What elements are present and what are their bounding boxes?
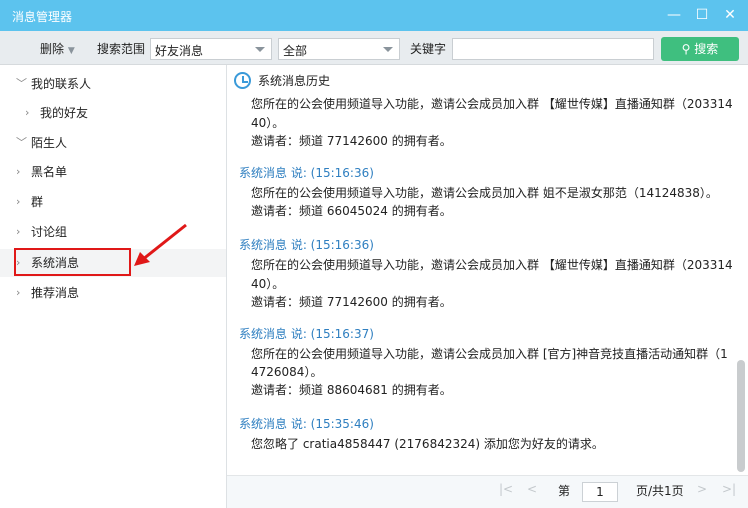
sidebar-item-blacklist[interactable]: › 黑名单 [0,158,226,186]
message-text: 您所在的公会使用频道导入功能，邀请公会成员加入群 【耀世传媒】直播通知群（203… [251,258,733,272]
message-header: 系统消息 说: (15:16:36) [239,238,374,252]
scope-select[interactable]: 好友消息 [150,38,272,60]
page-suffix: 页/共1页 [636,484,684,498]
chevron-down-icon: ▼ [67,46,75,56]
delete-label: 删除 [40,42,65,56]
toolbar: 删除 ▼ 搜索范围 好友消息 全部 关键字 ⚲ 搜索 [0,31,748,65]
maximize-button[interactable]: ☐ [693,6,711,24]
scrollbar[interactable] [737,360,745,472]
prev-page-button[interactable]: < [527,482,537,496]
chevron-down-icon: ﹀ [16,136,27,149]
chevron-right-icon: › [16,225,21,238]
scope-label: 搜索范围 [97,42,146,56]
window-title: 消息管理器 [12,10,73,24]
message-text: 40）。 [251,116,285,130]
sidebar-item-label: 讨论组 [31,225,68,239]
sidebar-item-label: 黑名单 [31,165,68,179]
message-header: 系统消息 说: (15:35:46) [239,417,374,431]
chevron-right-icon: › [16,165,21,178]
message-header: 系统消息 说: (15:16:36) [239,166,374,180]
page-input[interactable]: 1 [582,482,618,502]
message-text: 邀请者：频道 77142600 的拥有者。 [251,295,452,309]
sidebar-item-discussions[interactable]: › 讨论组 [0,218,226,246]
message-text: 40）。 [251,277,285,291]
message-text: 4726084）。 [251,365,323,379]
sidebar-item-friends[interactable]: › 我的好友 [0,99,226,127]
minimize-button[interactable]: — [665,6,683,24]
sidebar-item-strangers[interactable]: ﹀ 陌生人 [0,129,226,157]
highlight-box [14,248,131,276]
message-text: 邀请者：频道 88604681 的拥有者。 [251,383,452,397]
chevron-right-icon: › [25,106,30,119]
pager: |< < 第 1 页/共1页 > >| [227,475,748,508]
keyword-input[interactable] [452,38,654,60]
message-text: 您所在的公会使用频道导入功能，邀请公会成员加入群 [官方]神音竞技直播活动通知群… [251,347,728,361]
message-header: 系统消息 说: (15:16:37) [239,327,374,341]
sidebar-item-label: 推荐消息 [31,286,80,300]
search-button[interactable]: ⚲ 搜索 [661,37,739,61]
sidebar-item-label: 群 [31,195,44,209]
last-page-button[interactable]: >| [722,482,736,496]
scope-value: 好友消息 [155,44,204,58]
message-text: 您忽略了 cratia4858447 (2176842324) 添加您为好友的请… [251,437,604,451]
message-text: 邀请者：频道 77142600 的拥有者。 [251,134,452,148]
chevron-down-icon [383,47,393,52]
chevron-right-icon: › [16,286,21,299]
close-button[interactable]: ✕ [721,6,739,24]
message-text: 您所在的公会使用频道导入功能，邀请公会成员加入群 姐不是淑女那范（1412483… [251,186,718,200]
delete-button[interactable]: 删除 ▼ [40,40,75,57]
sidebar-item-recommended[interactable]: › 推荐消息 [0,279,226,307]
sidebar-item-groups[interactable]: › 群 [0,188,226,216]
chevron-down-icon: ﹀ [16,77,27,90]
sidebar-item-label: 我的好友 [40,106,89,120]
clock-icon [234,72,251,89]
sidebar-item-label: 我的联系人 [31,77,92,91]
title-bar: 消息管理器 — ☐ ✕ [0,0,748,31]
search-label: 搜索 [694,42,719,56]
sidebar: ﹀ 我的联系人 › 我的好友 ﹀ 陌生人 › 黑名单 › 群 › 讨论组 › 系统消息 › 推荐… [0,65,227,508]
range-select[interactable]: 全部 [278,38,400,60]
first-page-button[interactable]: |< [499,482,513,496]
message-text: 邀请者：频道 66045024 的拥有者。 [251,204,452,218]
annotation-arrow-icon [134,223,187,266]
next-page-button[interactable]: > [697,482,707,496]
message-history: 系统消息历史 您所在的公会使用频道导入功能，邀请公会成员加入群 【耀世传媒】直播… [227,65,748,475]
sidebar-item-contacts[interactable]: ﹀ 我的联系人 [0,70,226,98]
sidebar-item-label: 陌生人 [31,136,68,150]
chevron-right-icon: › [16,195,21,208]
chevron-down-icon [255,47,265,52]
page-prefix: 第 [558,484,571,498]
keyword-label: 关键字 [410,42,447,56]
history-title: 系统消息历史 [258,74,331,88]
range-value: 全部 [283,44,308,58]
search-icon: ⚲ [681,42,691,56]
message-text: 您所在的公会使用频道导入功能，邀请公会成员加入群 【耀世传媒】直播通知群（203… [251,97,733,111]
